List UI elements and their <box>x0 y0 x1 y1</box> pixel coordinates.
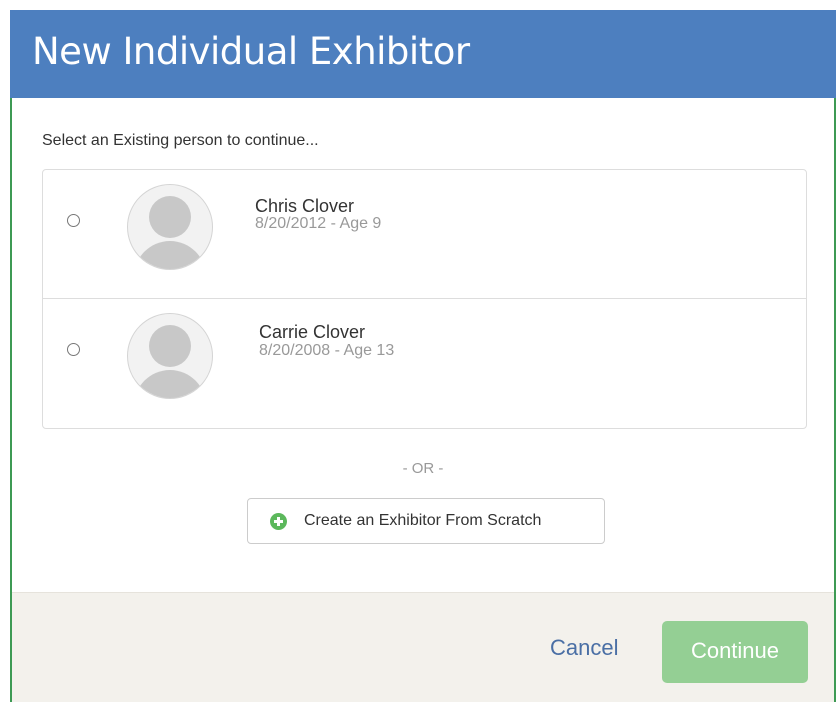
person-item-carrie-clover[interactable]: Carrie Clover 8/20/2008 - Age 13 <box>43 299 806 428</box>
person-name: Carrie Clover <box>259 322 366 342</box>
default-avatar-icon <box>127 313 213 399</box>
person-dob-age: 8/20/2008 - Age 13 <box>259 342 395 359</box>
default-avatar-icon <box>127 184 213 270</box>
person-radio-carrie-clover[interactable] <box>67 343 80 356</box>
dialog-footer: Cancel Continue <box>12 592 834 702</box>
person-name: Chris Clover <box>255 196 355 216</box>
select-person-prompt: Select an Existing person to continue... <box>42 132 319 149</box>
or-divider: - OR - <box>402 460 444 477</box>
cancel-button[interactable]: Cancel <box>550 635 618 661</box>
dialog-title: New Individual Exhibitor <box>32 30 470 73</box>
plus-circle-icon <box>270 513 287 530</box>
person-radio-chris-clover[interactable] <box>67 214 80 227</box>
create-exhibitor-from-scratch-button[interactable]: Create an Exhibitor From Scratch <box>247 498 605 544</box>
dialog-body: Select an Existing person to continue...… <box>12 98 834 592</box>
continue-button[interactable]: Continue <box>662 621 808 683</box>
dialog-header: New Individual Exhibitor <box>10 10 836 98</box>
person-list: Chris Clover 8/20/2012 - Age 9 Carrie Cl… <box>42 169 807 429</box>
page: New Individual Exhibitor Select an Exist… <box>0 0 837 702</box>
person-item-chris-clover[interactable]: Chris Clover 8/20/2012 - Age 9 <box>43 170 806 299</box>
dialog: Select an Existing person to continue...… <box>10 98 836 702</box>
create-button-label: Create an Exhibitor From Scratch <box>304 512 542 529</box>
person-dob-age: 8/20/2012 - Age 9 <box>255 215 382 232</box>
continue-button-label: Continue <box>690 638 780 663</box>
